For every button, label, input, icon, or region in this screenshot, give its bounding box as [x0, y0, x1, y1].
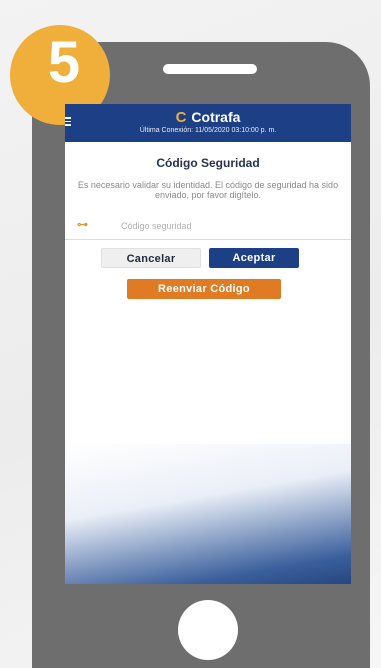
- resend-code-button[interactable]: Reenviar Código: [127, 279, 281, 299]
- app-screen: C Cotrafa Última Conexión: 11/05/2020 03:…: [65, 104, 351, 584]
- cancel-button[interactable]: Cancelar: [101, 248, 201, 268]
- page-title: Código Seguridad: [156, 156, 260, 170]
- security-code-input[interactable]: [121, 216, 341, 236]
- key-icon: ⊶: [77, 219, 88, 231]
- phone-speaker: [163, 64, 257, 74]
- brand-logo-icon: C: [175, 109, 187, 126]
- security-code-row: ⊶: [65, 216, 351, 240]
- step-number: 5: [47, 30, 81, 95]
- accept-button[interactable]: Aceptar: [209, 248, 299, 268]
- last-connection: Última Conexión: 11/05/2020 03:10:00 p. …: [139, 127, 277, 134]
- security-description: Es necesario validar su identidad. El có…: [77, 180, 339, 200]
- brand: C Cotrafa: [65, 109, 351, 126]
- screen-background-fade: [65, 444, 351, 584]
- phone-home-button[interactable]: [178, 600, 238, 660]
- app-header: C Cotrafa Última Conexión: 11/05/2020 03:…: [65, 104, 351, 142]
- brand-name: Cotrafa: [191, 109, 241, 125]
